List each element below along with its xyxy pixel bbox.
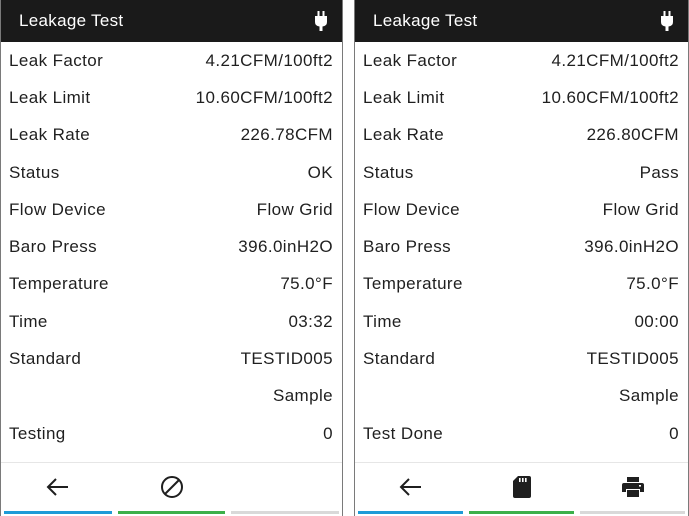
row-status: Status Pass	[355, 154, 688, 191]
measurement-list: Leak Factor 4.21CFM/100ft2 Leak Limit 10…	[1, 42, 342, 452]
row-leak-factor: Leak Factor 4.21CFM/100ft2	[1, 42, 342, 79]
row-baro-press: Baro Press 396.0inH2O	[355, 228, 688, 265]
row-value: Flow Grid	[256, 199, 333, 219]
cancel-icon	[160, 475, 184, 504]
softkey-bar-green	[469, 511, 574, 514]
plug-icon	[660, 10, 674, 32]
row-label: Leak Factor	[363, 50, 458, 70]
row-label: Status	[363, 162, 414, 182]
row-value: TESTID005	[240, 349, 333, 369]
row-value: 10.60CFM/100ft2	[195, 87, 333, 107]
row-time: Time 00:00	[355, 303, 688, 340]
row-standard-name: Sample	[355, 378, 688, 415]
row-value: 396.0inH2O	[238, 237, 333, 257]
row-temperature: Temperature 75.0°F	[355, 266, 688, 303]
row-value: Flow Grid	[602, 199, 679, 219]
app-root: Leakage Test Leak Factor 4.21CFM/100ft2 …	[0, 0, 689, 516]
row-temperature: Temperature 75.0°F	[1, 266, 342, 303]
row-value: 75.0°F	[626, 274, 679, 294]
row-label: Status	[9, 162, 60, 182]
row-value: 0	[323, 423, 333, 443]
back-arrow-icon	[399, 477, 423, 502]
row-value: Pass	[639, 162, 679, 182]
softkey-bar-blue	[4, 511, 112, 514]
leakage-test-screen-left: Leakage Test Leak Factor 4.21CFM/100ft2 …	[0, 0, 343, 516]
row-value: 03:32	[288, 311, 333, 331]
row-label: Flow Device	[9, 199, 106, 219]
sd-card-icon	[512, 476, 531, 503]
row-standard: Standard TESTID005	[1, 340, 342, 377]
leakage-test-screen-right: Leakage Test Leak Factor 4.21CFM/100ft2 …	[354, 0, 689, 516]
row-label: Temperature	[363, 274, 463, 294]
row-label: Leak Limit	[9, 87, 91, 107]
row-value: 226.80CFM	[586, 125, 679, 145]
measurement-list: Leak Factor 4.21CFM/100ft2 Leak Limit 10…	[355, 42, 688, 452]
row-label: Leak Factor	[9, 50, 104, 70]
softkey-bar-gray	[580, 511, 685, 514]
row-label: Standard	[363, 349, 436, 369]
screen-title: Leakage Test	[19, 11, 124, 30]
row-label: Baro Press	[9, 237, 98, 257]
row-value: TESTID005	[586, 349, 679, 369]
row-label: Testing	[9, 423, 66, 443]
row-status: Status OK	[1, 154, 342, 191]
row-baro-press: Baro Press 396.0inH2O	[1, 228, 342, 265]
row-label: Time	[9, 311, 48, 331]
save-to-sd-button[interactable]	[466, 463, 577, 516]
panel-gap	[343, 0, 354, 516]
row-leak-factor: Leak Factor 4.21CFM/100ft2	[355, 42, 688, 79]
header-bar: Leakage Test	[355, 0, 688, 42]
row-leak-limit: Leak Limit 10.60CFM/100ft2	[1, 79, 342, 116]
row-label: Baro Press	[363, 237, 452, 257]
row-value: 396.0inH2O	[584, 237, 679, 257]
row-leak-limit: Leak Limit 10.60CFM/100ft2	[355, 79, 688, 116]
print-button[interactable]	[577, 463, 688, 516]
row-flow-device: Flow Device Flow Grid	[355, 191, 688, 228]
row-leak-rate: Leak Rate 226.78CFM	[1, 117, 342, 154]
row-value: 4.21CFM/100ft2	[551, 50, 679, 70]
back-button[interactable]	[1, 463, 115, 516]
row-value: 4.21CFM/100ft2	[205, 50, 333, 70]
row-value: Sample	[272, 386, 333, 406]
row-label: Flow Device	[363, 199, 460, 219]
empty-softkey	[228, 463, 342, 516]
row-value: 0	[669, 423, 679, 443]
row-value: Sample	[618, 386, 679, 406]
row-label: Test Done	[363, 423, 444, 443]
row-value: OK	[307, 162, 333, 182]
back-button[interactable]	[355, 463, 466, 516]
printer-icon	[621, 477, 644, 502]
row-value: 10.60CFM/100ft2	[541, 87, 679, 107]
row-test-state: Test Done 0	[355, 415, 688, 452]
plug-icon	[314, 10, 328, 32]
row-label: Standard	[9, 349, 82, 369]
row-time: Time 03:32	[1, 303, 342, 340]
row-label: Temperature	[9, 274, 109, 294]
header-bar: Leakage Test	[1, 0, 342, 42]
footer-softkeys	[355, 463, 688, 516]
row-value: 00:00	[634, 311, 679, 331]
row-label: Leak Rate	[363, 125, 445, 145]
footer-softkeys	[1, 463, 342, 516]
row-label: Time	[363, 311, 402, 331]
row-label: Leak Rate	[9, 125, 91, 145]
screen-title: Leakage Test	[373, 11, 478, 30]
row-leak-rate: Leak Rate 226.80CFM	[355, 117, 688, 154]
softkey-bar-green	[117, 511, 226, 514]
row-label: Leak Limit	[363, 87, 445, 107]
row-standard-name: Sample	[1, 378, 342, 415]
softkey-bar-gray	[231, 511, 340, 514]
softkey-bar-blue	[358, 511, 463, 514]
row-value: 226.78CFM	[240, 125, 333, 145]
row-standard: Standard TESTID005	[355, 340, 688, 377]
back-arrow-icon	[46, 477, 70, 502]
row-flow-device: Flow Device Flow Grid	[1, 191, 342, 228]
row-value: 75.0°F	[280, 274, 333, 294]
cancel-test-button[interactable]	[115, 463, 229, 516]
row-test-state: Testing 0	[1, 415, 342, 452]
